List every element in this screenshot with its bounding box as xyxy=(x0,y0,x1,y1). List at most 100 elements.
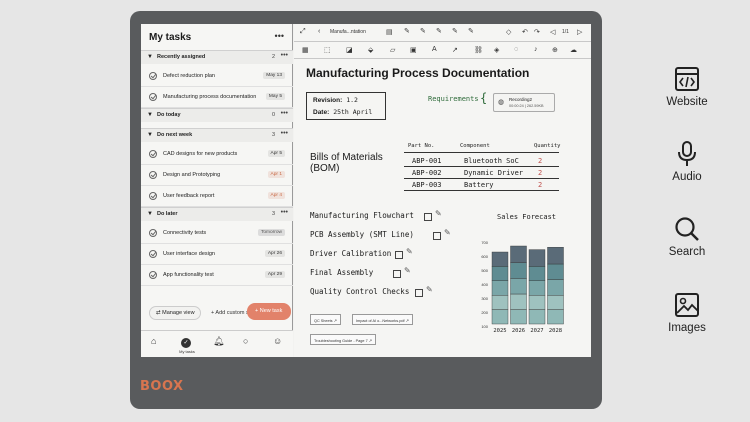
task-row[interactable]: CAD designs for new products Apr 5 xyxy=(141,144,293,165)
task-row[interactable]: Connectivity tests Tomorrow xyxy=(141,223,293,244)
section-count: 3 xyxy=(271,132,275,138)
bar-segment xyxy=(528,280,546,296)
image-insert-icon[interactable]: ▣ xyxy=(410,46,417,54)
next-page-icon[interactable]: ▷ xyxy=(577,28,582,36)
link-chip-troubleshooting[interactable]: Troubleshooting Guide - Page 7 ↗ xyxy=(310,334,376,345)
checklist-checkbox[interactable] xyxy=(415,289,423,297)
section-header[interactable]: ▼ Do next week 3 ••• xyxy=(141,128,293,142)
section-more-icon[interactable]: ••• xyxy=(281,130,288,137)
chevron-down-icon: ▼ xyxy=(147,54,153,60)
task-checkbox[interactable] xyxy=(149,171,157,179)
recording-name: Recording2 xyxy=(509,97,533,102)
section-count: 0 xyxy=(271,112,275,118)
eraser-icon[interactable]: ◇ xyxy=(506,28,511,36)
bom-header-cell: Part No. xyxy=(408,143,435,149)
task-checkbox[interactable] xyxy=(149,93,157,101)
bom-title-line-1: Bills of Materials xyxy=(310,152,383,163)
link-chip-pdf[interactable]: Impact of AI o...Networks.pdf ↗ xyxy=(352,314,413,325)
task-checkbox[interactable] xyxy=(149,229,157,237)
checklist-checkbox[interactable] xyxy=(393,270,401,278)
manage-view-button[interactable]: ⇄ Manage view xyxy=(149,306,201,320)
task-row[interactable]: Design and Prototyping Apr 1 xyxy=(141,165,293,186)
text-icon[interactable]: A xyxy=(432,46,437,53)
task-due-date: Tomorrow xyxy=(257,229,285,236)
home-icon[interactable]: ⌂ xyxy=(151,336,156,346)
section-header[interactable]: ▼ Do today 0 ••• xyxy=(141,108,293,122)
task-row[interactable]: User interface design Apr 26 xyxy=(141,244,293,265)
task-title: Defect reduction plan xyxy=(163,73,215,79)
fill-icon[interactable]: ⬙ xyxy=(368,46,373,54)
zoom-icon[interactable]: ⊕ xyxy=(552,46,558,54)
task-checkbox[interactable] xyxy=(149,72,157,80)
section-header[interactable]: ▼ Recently assigned 2 ••• xyxy=(141,50,293,64)
feature-website-label: Website xyxy=(666,96,708,108)
lasso-icon[interactable]: ⬚ xyxy=(324,46,331,54)
pencil-icon: ✎ xyxy=(426,285,433,294)
more-options-icon[interactable]: ••• xyxy=(275,31,284,41)
section-header[interactable]: ▼ Do later 3 ••• xyxy=(141,207,293,221)
expand-icon[interactable]: ⤢ xyxy=(300,28,306,36)
task-due-date: May 13 xyxy=(263,72,285,79)
bom-cell-component: Bluetooth SoC xyxy=(464,157,519,165)
pen-5-icon[interactable]: ✎ xyxy=(468,27,474,35)
section-label: Do today xyxy=(157,112,181,118)
pen-1-icon[interactable]: ✎ xyxy=(404,27,410,35)
bar-segment xyxy=(510,293,527,310)
highlighter-icon[interactable]: ▱ xyxy=(390,46,395,54)
checklist-checkbox[interactable] xyxy=(424,213,432,221)
task-checkbox[interactable] xyxy=(149,192,157,200)
recording-size: 262.59KB xyxy=(526,104,544,108)
pen-3-icon[interactable]: ✎ xyxy=(436,27,442,35)
task-row[interactable]: App functionality test Apr 29 xyxy=(141,265,293,286)
bar-segment xyxy=(528,294,546,310)
task-row[interactable]: User feedback report Apr 4 xyxy=(141,186,293,207)
link-icon[interactable]: ⛓ xyxy=(474,46,483,54)
y-tick-label: 200 xyxy=(481,310,488,315)
redo-icon[interactable]: ↷ xyxy=(534,28,540,36)
cloud-icon[interactable]: ☁ xyxy=(570,46,577,54)
check-circle-icon: ✓ xyxy=(181,338,191,348)
feature-website: Website xyxy=(652,66,722,108)
tag-icon[interactable]: ◈ xyxy=(494,46,499,54)
prev-page-icon[interactable]: ◁ xyxy=(550,28,555,36)
pencil-icon: ✎ xyxy=(444,228,451,237)
task-row[interactable]: Defect reduction plan May 13 xyxy=(141,66,293,87)
pencil-icon: ✎ xyxy=(406,247,413,256)
bar-segment xyxy=(491,280,509,296)
checklist-checkbox[interactable] xyxy=(395,251,403,259)
pen-4-icon[interactable]: ✎ xyxy=(452,27,458,35)
pen-2-icon[interactable]: ✎ xyxy=(420,27,426,35)
link-chip-qc-sheets[interactable]: QC Sheets ↗ xyxy=(310,314,341,325)
audio-recording-chip[interactable]: ◍ Recording2 00:00:24 | 262.59KB xyxy=(493,93,555,112)
my-tasks-nav[interactable]: ✓ My tasks xyxy=(179,336,195,354)
notebook-tools-toolbar: ▦ ⬚ ◪ ⬙ ▱ ▣ A ↗ ⛓ ◈ ◌ ♪ ⊕ ☁ xyxy=(294,42,591,59)
task-checkbox[interactable] xyxy=(149,150,157,158)
task-checkbox[interactable] xyxy=(149,250,157,258)
bell-icon[interactable]: 🔔︎ xyxy=(213,336,224,347)
checklist-checkbox[interactable] xyxy=(433,232,441,240)
file-name[interactable]: Manufa...ntation xyxy=(330,29,366,35)
section-more-icon[interactable]: ••• xyxy=(281,110,288,117)
sales-forecast-chart: 700 600 500 400 300 200 100 2025 2026 2027 2028 xyxy=(481,240,564,334)
undo-icon[interactable]: ↶ xyxy=(522,28,528,36)
grid-icon[interactable]: ▦ xyxy=(302,46,309,54)
checklist-item: Driver Calibration xyxy=(310,249,392,258)
person-icon[interactable]: ☺ xyxy=(273,336,282,346)
back-icon[interactable]: ‹ xyxy=(318,28,320,35)
layers-icon[interactable]: ▤ xyxy=(386,28,393,36)
section-more-icon[interactable]: ••• xyxy=(281,52,288,59)
search-icon[interactable]: ○ xyxy=(243,336,248,346)
shapes-icon[interactable]: ◪ xyxy=(346,46,353,54)
section-more-icon[interactable]: ••• xyxy=(281,209,288,216)
page-indicator: 1/1 xyxy=(562,29,569,35)
task-row[interactable]: Manufacturing process documentation May 5 xyxy=(141,87,293,108)
feature-audio: Audio xyxy=(652,141,722,183)
comment-icon[interactable]: ◌ xyxy=(514,46,518,53)
x-tick-label: 2025 xyxy=(493,328,506,334)
task-checkbox[interactable] xyxy=(149,271,157,279)
y-tick-label: 500 xyxy=(481,268,488,273)
mic-icon[interactable]: ♪ xyxy=(534,46,538,53)
link-label-qc-sheets: QC Sheets xyxy=(314,319,333,323)
export-icon[interactable]: ↗ xyxy=(452,46,458,54)
new-task-button[interactable]: + New task xyxy=(247,303,291,320)
